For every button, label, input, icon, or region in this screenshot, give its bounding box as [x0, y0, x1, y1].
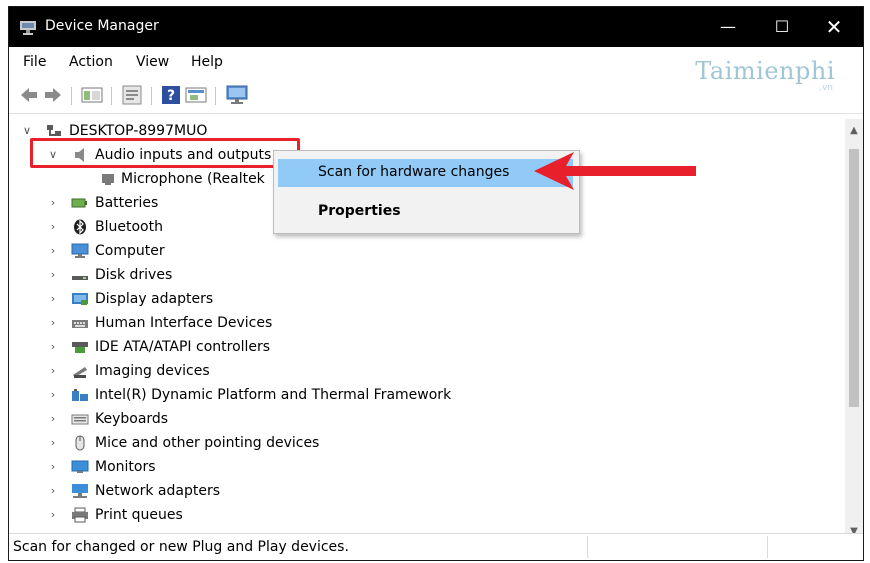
tree-category-row[interactable]: › Imaging devices [9, 359, 847, 383]
hid-icon [72, 320, 88, 328]
forward-arrow-icon[interactable] [43, 85, 63, 105]
properties-menu-item[interactable]: Properties [318, 203, 401, 219]
menu-help[interactable]: Help [191, 54, 223, 70]
chevron-right-icon[interactable]: › [47, 335, 59, 359]
chevron-right-icon[interactable]: › [47, 407, 59, 431]
chevron-right-icon[interactable]: › [47, 455, 59, 479]
tree-category-label: Imaging devices [95, 363, 210, 379]
tree-category-label: Batteries [95, 195, 159, 211]
status-divider [767, 536, 768, 558]
minimize-button[interactable]: — [705, 7, 751, 47]
help-icon[interactable]: ? [161, 85, 181, 105]
chevron-right-icon[interactable]: › [47, 359, 59, 383]
tree-category-row[interactable]: › Intel(R) Dynamic Platform and Thermal … [9, 383, 847, 407]
tree-category-row[interactable]: › Network adapters [9, 479, 847, 503]
toolbar-separator [151, 87, 152, 105]
network-adapter-icon [72, 484, 88, 498]
status-divider [587, 536, 588, 558]
chevron-right-icon[interactable]: › [47, 191, 59, 215]
tree-category-label: Network adapters [95, 483, 220, 499]
tree-category-row[interactable]: › Keyboards [9, 407, 847, 431]
tree-category-row[interactable]: › Monitors [9, 455, 847, 479]
tree-category-row[interactable]: › Disk drives [9, 263, 847, 287]
chevron-right-icon[interactable]: › [47, 263, 59, 287]
menu-file[interactable]: File [23, 54, 46, 70]
tree-category-label: Human Interface Devices [95, 315, 273, 331]
thermal-framework-icon [72, 389, 88, 401]
annotation-arrow-icon [534, 152, 696, 190]
tree-category-row[interactable]: › IDE ATA/ATAPI controllers [9, 335, 847, 359]
chevron-right-icon[interactable]: › [47, 431, 59, 455]
chevron-right-icon[interactable]: › [47, 287, 59, 311]
toolbar-separator [215, 87, 216, 105]
svg-text:?: ? [167, 88, 175, 104]
back-arrow-icon[interactable] [19, 85, 39, 105]
chevron-right-icon[interactable]: › [47, 215, 59, 239]
device-manager-window: Device Manager — ☐ ✕ File Action View He… [8, 6, 864, 561]
status-bar: Scan for changed or new Plug and Play de… [9, 533, 863, 560]
display-adapter-icon [72, 293, 88, 305]
window-title: Device Manager [45, 18, 159, 34]
close-button[interactable]: ✕ [811, 7, 857, 47]
properties-icon[interactable] [121, 85, 143, 105]
computer-network-icon [47, 125, 61, 136]
tree-category-label: Print queues [95, 507, 183, 523]
scroll-thumb[interactable] [849, 149, 859, 407]
tree-category-label: IDE ATA/ATAPI controllers [95, 339, 271, 355]
toolbar-separator [111, 87, 112, 105]
device-manager-icon [20, 21, 36, 35]
chevron-right-icon[interactable]: › [47, 383, 59, 407]
maximize-button[interactable]: ☐ [759, 7, 805, 47]
imaging-device-icon [73, 367, 87, 378]
chevron-right-icon[interactable]: › [47, 503, 59, 527]
scroll-up-icon[interactable]: ▲ [845, 125, 863, 136]
tree-category-label: Intel(R) Dynamic Platform and Thermal Fr… [95, 387, 452, 403]
status-text: Scan for changed or new Plug and Play de… [13, 539, 349, 555]
tree-category-row[interactable]: › Print queues [9, 503, 847, 527]
battery-icon [71, 198, 87, 208]
tree-category-label: Computer [95, 243, 165, 259]
show-hide-tree-icon[interactable] [81, 85, 103, 105]
scan-hardware-menu-item[interactable]: Scan for hardware changes [318, 164, 509, 180]
toolbar-separator [71, 87, 72, 105]
tree-category-label: Display adapters [95, 291, 214, 307]
disk-drive-icon [72, 276, 88, 280]
menu-action[interactable]: Action [69, 54, 113, 70]
monitor-icon [71, 460, 89, 473]
microphone-icon [102, 174, 114, 185]
tree-category-label: Bluetooth [95, 219, 163, 235]
tree-category-row[interactable]: › Computer [9, 239, 847, 263]
keyboard-icon [71, 414, 89, 425]
chevron-right-icon[interactable]: › [47, 479, 59, 503]
tree-category-row[interactable]: › Human Interface Devices [9, 311, 847, 335]
computer-icon [71, 243, 89, 258]
tree-category-label: Monitors [95, 459, 156, 475]
ide-controller-icon [72, 342, 88, 353]
tree-category-label: Disk drives [95, 267, 173, 283]
tree-category-label: Keyboards [95, 411, 169, 427]
title-bar[interactable]: Device Manager — ☐ ✕ [9, 7, 863, 47]
mouse-icon [75, 435, 85, 451]
printer-icon [72, 507, 88, 523]
tree-category-row[interactable]: › Display adapters [9, 287, 847, 311]
toolbar: ? [9, 79, 863, 114]
chevron-right-icon[interactable]: › [47, 311, 59, 335]
vertical-scrollbar[interactable]: ▲ ▼ [845, 119, 863, 543]
annotation-highlight-box [30, 138, 300, 168]
tree-category-row[interactable]: › Mice and other pointing devices [9, 431, 847, 455]
bluetooth-icon [74, 219, 86, 235]
chevron-right-icon[interactable]: › [47, 239, 59, 263]
scan-hardware-icon[interactable] [225, 85, 251, 105]
menu-view[interactable]: View [136, 54, 169, 70]
tree-device-label: Microphone (Realtek [121, 171, 265, 187]
update-driver-icon[interactable] [185, 85, 209, 105]
tree-category-label: Mice and other pointing devices [95, 435, 320, 451]
